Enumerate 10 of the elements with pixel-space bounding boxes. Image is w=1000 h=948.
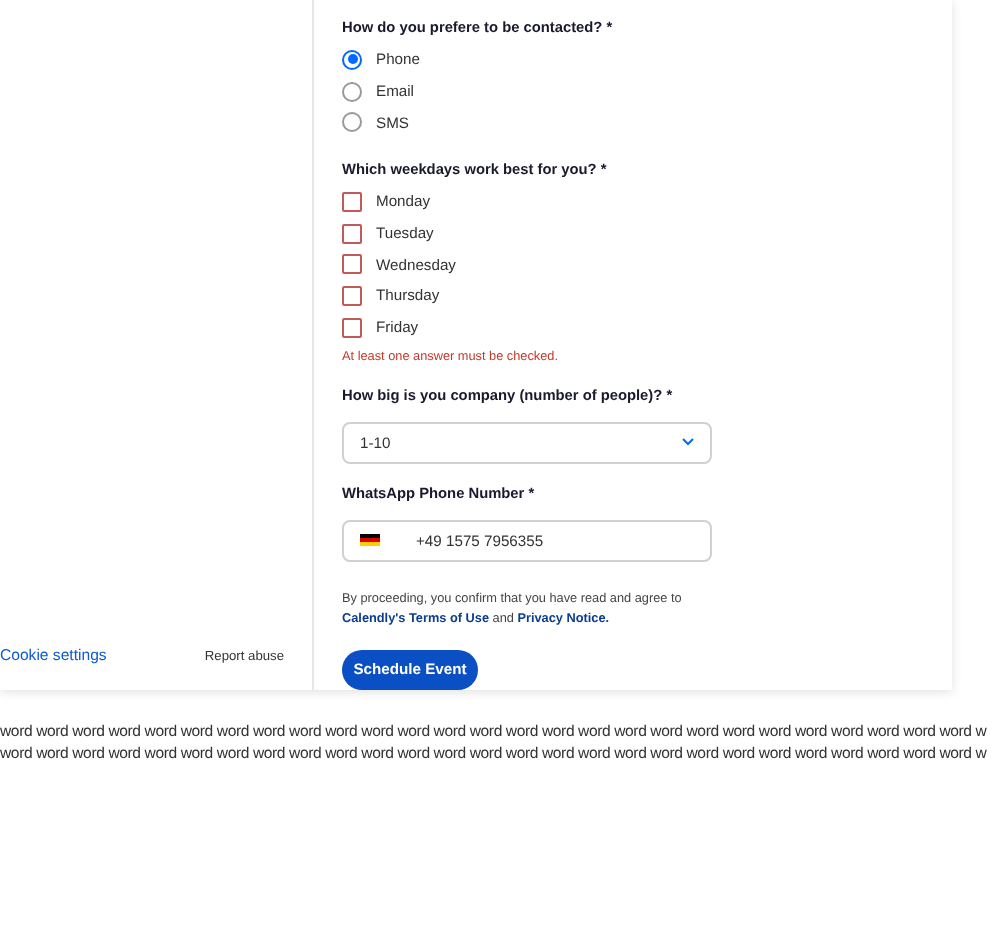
checkbox[interactable] bbox=[342, 191, 362, 212]
radio-button[interactable] bbox=[342, 81, 362, 102]
checkbox[interactable] bbox=[342, 223, 362, 244]
radio-button[interactable] bbox=[342, 49, 362, 70]
checkbox[interactable] bbox=[342, 285, 362, 306]
checkbox[interactable] bbox=[342, 317, 362, 338]
radio-button[interactable] bbox=[342, 112, 362, 133]
caret-icon bbox=[682, 438, 694, 446]
checkbox[interactable] bbox=[342, 254, 362, 275]
flag-icon bbox=[360, 534, 380, 546]
